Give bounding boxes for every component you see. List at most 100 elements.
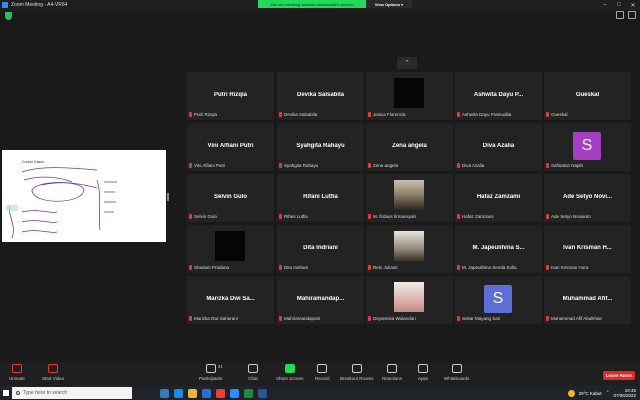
splitter-handle[interactable] bbox=[167, 193, 169, 201]
participant-tile[interactable]: S Sekar Mayang Sari bbox=[455, 276, 542, 324]
participant-tile[interactable]: Hafaz Zamzami Hafaz Zamzami bbox=[455, 174, 542, 222]
participant-tile[interactable]: Diva Azalia Diva Azalia bbox=[455, 123, 542, 171]
minimize-icon[interactable]: – bbox=[598, 0, 612, 10]
breakout-rooms-button[interactable]: Breakout Rooms bbox=[340, 364, 374, 381]
share-banner-message: You are viewing ananda rahmawati's scree… bbox=[258, 0, 366, 8]
breakout-rooms-icon bbox=[351, 364, 362, 373]
muted-mic-icon bbox=[457, 316, 460, 321]
whiteboards-button[interactable]: Whiteboards bbox=[444, 364, 469, 381]
leave-room-button[interactable]: Leave Room bbox=[603, 371, 635, 380]
participant-tile[interactable]: Zena angela Zena angela bbox=[366, 123, 453, 171]
participant-name-label: Devika Salsabila bbox=[284, 112, 318, 117]
participant-video bbox=[394, 231, 424, 261]
participant-tile[interactable]: Rifani Lutfia Rifani Lutfia bbox=[277, 174, 364, 222]
chrome-icon[interactable] bbox=[216, 388, 225, 398]
taskbar-search[interactable]: Type here to search bbox=[12, 387, 132, 399]
windows-logo-icon bbox=[3, 390, 9, 396]
system-tray: 29°C Kabut ⌃ 10:45 07/06/2022 bbox=[567, 386, 636, 400]
participant-name-label: Ade Setyo Novianto bbox=[551, 214, 591, 219]
unmute-button[interactable]: Unmute bbox=[9, 364, 25, 381]
participant-tile[interactable]: Marizka Dwi Sa... Marizka Dwi Saharani bbox=[187, 276, 274, 324]
gallery-scroll-up-button[interactable]: ⌃ bbox=[397, 57, 417, 69]
participant-name-label: Rifani Lutfia bbox=[284, 214, 308, 219]
participant-video bbox=[394, 282, 424, 312]
participant-tile[interactable]: M. firdaus firmansyah bbox=[366, 174, 453, 222]
participant-tile[interactable]: Reni Julianti bbox=[366, 225, 453, 273]
muted-mic-icon bbox=[189, 112, 192, 117]
participant-video bbox=[394, 78, 424, 108]
zoom-taskbar-icon[interactable] bbox=[230, 388, 239, 398]
excel-icon[interactable] bbox=[244, 388, 253, 398]
microphone-muted-icon bbox=[11, 364, 22, 373]
network-icon[interactable]: ⌃ bbox=[606, 390, 610, 396]
file-explorer-icon[interactable] bbox=[188, 388, 197, 398]
participant-tile[interactable]: M. Japeulihina S... M. Japeulihina Senda … bbox=[455, 225, 542, 273]
participant-display-name: Mahiramandap... bbox=[296, 296, 345, 302]
fullscreen-icon[interactable] bbox=[628, 11, 636, 19]
handwritten-notes-drawing bbox=[6, 167, 117, 239]
participant-tile[interactable]: Shadam Pradana bbox=[187, 225, 274, 273]
participant-tile[interactable]: Muhammad Afif... Muhammad Afif Abulkhair bbox=[544, 276, 631, 324]
participant-name-label: Safinatun Najah bbox=[551, 163, 584, 168]
participant-tile[interactable]: Vini Alfiani Putri Vini Alfiani Putri bbox=[187, 123, 274, 171]
edge-icon[interactable] bbox=[174, 388, 183, 398]
muted-mic-icon bbox=[368, 112, 371, 117]
apps-button[interactable]: Apps bbox=[418, 364, 428, 381]
participant-name-label: Reni Julianti bbox=[373, 265, 398, 270]
participant-display-name: Hafaz Zamzami bbox=[476, 194, 521, 200]
participant-name-label: Ivan Krisman Hura bbox=[551, 265, 589, 270]
participant-name-label: Gueskal bbox=[551, 112, 568, 117]
participant-tile[interactable]: Syahgita Rahayu Syahgita Rahayu bbox=[277, 123, 364, 171]
record-button[interactable]: Record bbox=[315, 364, 330, 381]
participant-tile[interactable]: Mahiramandap... Mahiramandaputri bbox=[277, 276, 364, 324]
share-screen-button[interactable]: Share Screen bbox=[276, 364, 304, 381]
weather-icon bbox=[567, 389, 575, 397]
participant-name-label: Dita Indriani bbox=[284, 265, 309, 270]
participant-tile[interactable]: Ivan Krisman H... Ivan Krisman Hura bbox=[544, 225, 631, 273]
shared-screen-view[interactable]: Contoh Kasus bbox=[2, 150, 166, 242]
maximize-icon[interactable]: □ bbox=[612, 0, 626, 10]
chat-button[interactable]: Chat bbox=[248, 364, 258, 381]
view-options-button[interactable]: View Options ▾ bbox=[366, 0, 412, 8]
security-shield-icon[interactable] bbox=[5, 12, 12, 20]
participant-name-label: Putri Rizqia bbox=[194, 112, 218, 117]
participants-icon bbox=[205, 364, 216, 373]
taskbar-pinned-apps bbox=[160, 388, 267, 398]
weather-text[interactable]: 29°C Kabut bbox=[579, 391, 602, 396]
participant-tile[interactable]: Deyannisa Wulandari bbox=[366, 276, 453, 324]
muted-mic-icon bbox=[368, 163, 371, 168]
close-icon[interactable]: ✕ bbox=[626, 0, 640, 10]
store-icon[interactable] bbox=[202, 388, 211, 398]
participant-name-label: Selvin Gulo bbox=[194, 214, 218, 219]
participant-tile[interactable]: Ade Setyo Novi... Ade Setyo Novianto bbox=[544, 174, 631, 222]
participant-name-label: Marizka Dwi Saharani bbox=[194, 316, 238, 321]
participant-display-name: M. Japeulihina S... bbox=[472, 245, 525, 251]
participant-tile[interactable]: Dita Indriani Dita Indriani bbox=[277, 225, 364, 273]
muted-mic-icon bbox=[546, 214, 549, 219]
participant-tile[interactable]: Selvin Gulo Selvin Gulo bbox=[187, 174, 274, 222]
task-view-icon[interactable] bbox=[160, 388, 169, 398]
participant-display-name: Diva Azalia bbox=[482, 143, 515, 149]
clock[interactable]: 10:45 07/06/2022 bbox=[613, 388, 636, 398]
participant-tile[interactable]: Ashwita Dayu P... Ashwita Dayu Pramudita bbox=[455, 72, 542, 120]
record-icon bbox=[317, 364, 328, 373]
muted-mic-icon bbox=[457, 214, 460, 219]
participant-tile[interactable]: S Safinatun Najah bbox=[544, 123, 631, 171]
muted-mic-icon bbox=[279, 265, 282, 270]
muted-mic-icon bbox=[189, 163, 192, 168]
participant-tile[interactable]: Devika Salsabila Devika Salsabila bbox=[277, 72, 364, 120]
layout-icon[interactable] bbox=[616, 11, 624, 19]
participant-tile[interactable]: Jesica Florencia bbox=[366, 72, 453, 120]
participant-tile[interactable]: Putri Rizqia Putri Rizqia bbox=[187, 72, 274, 120]
reactions-button[interactable]: Reactions bbox=[382, 364, 402, 381]
view-controls bbox=[616, 11, 636, 19]
participant-display-name: Marizka Dwi Sa... bbox=[206, 296, 255, 302]
word-icon[interactable] bbox=[258, 388, 267, 398]
participant-name-label: Ashwita Dayu Pramudita bbox=[462, 112, 512, 117]
participant-name-label: Syahgita Rahayu bbox=[284, 163, 319, 168]
participant-name-label: Diva Azalia bbox=[462, 163, 485, 168]
participant-display-name: Syahgita Rahayu bbox=[296, 143, 345, 149]
start-video-button[interactable]: Start Video bbox=[42, 364, 64, 381]
start-button[interactable] bbox=[0, 386, 12, 400]
participant-tile[interactable]: Gueskal Gueskal bbox=[544, 72, 631, 120]
